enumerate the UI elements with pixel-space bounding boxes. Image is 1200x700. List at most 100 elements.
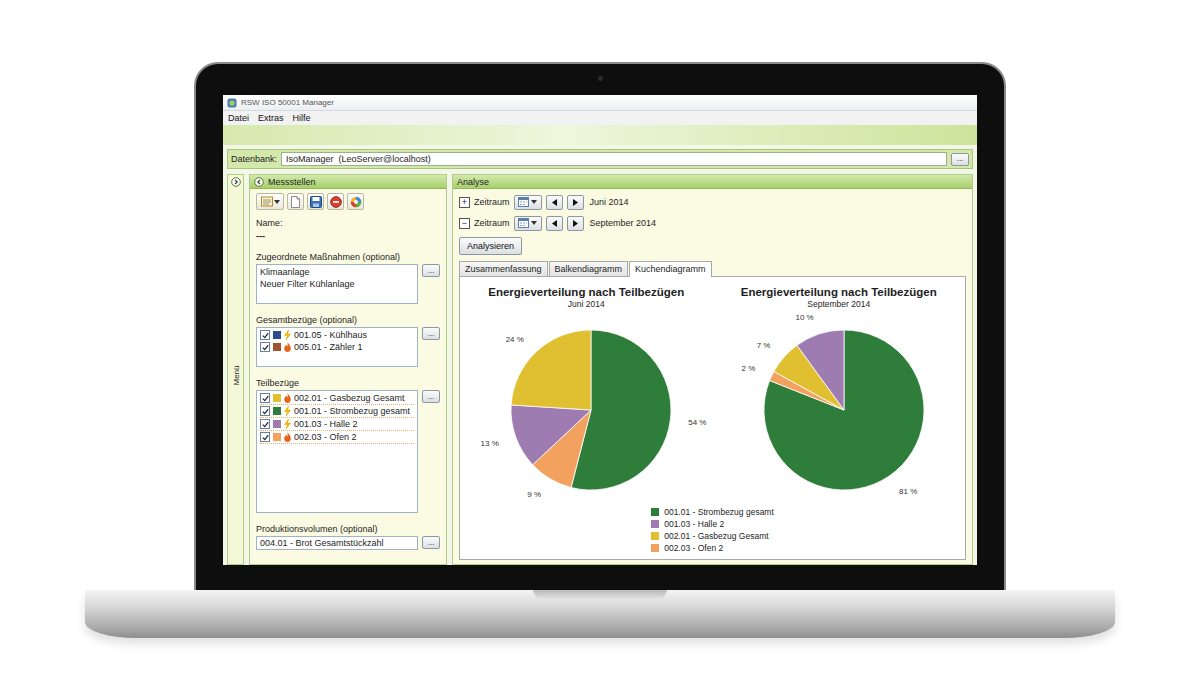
select-button[interactable] [256, 193, 284, 210]
color-button[interactable] [347, 193, 364, 210]
check-icon [262, 408, 269, 415]
checkbox[interactable] [260, 342, 270, 352]
lid-notch [533, 590, 667, 599]
checkbox[interactable] [260, 330, 270, 340]
production-field[interactable]: 004.01 - Brot Gesamtstückzahl [256, 536, 418, 550]
checkbox[interactable] [260, 419, 270, 429]
color-wheel-icon [350, 196, 362, 208]
checkbox[interactable] [260, 406, 270, 416]
color-swatch [273, 343, 281, 351]
legend-label: 001.01 - Strombezug gesamt [664, 507, 774, 517]
period-value: September 2014 [590, 218, 657, 228]
period-row: −ZeitraumSeptember 2014 [459, 214, 966, 232]
chart-period: Juni 2014 [568, 299, 605, 310]
period-toggle[interactable]: − [459, 218, 470, 229]
measure-item[interactable]: Neuer Filter Kühlanlage [260, 278, 414, 290]
caret-icon [531, 200, 537, 204]
database-row: Datenbank: IsoManager (LeoServer@localhos… [227, 149, 973, 169]
meter-item[interactable]: 002.03 - Ofen 2 [260, 431, 414, 444]
name-label: Name: [256, 217, 440, 229]
meter-name: 001.01 - Strombezug gesamt [294, 406, 410, 416]
flame-icon [284, 342, 291, 352]
tab[interactable]: Balkendiagramm [549, 261, 629, 276]
chart-period: September 2014 [807, 299, 870, 310]
slice-label: 9 % [528, 490, 542, 499]
period-label: Zeitraum [474, 197, 510, 207]
database-label: Datenbank: [231, 154, 277, 164]
tab[interactable]: Kuchendiagramm [629, 261, 712, 277]
messstellen-panel: MessstellenName:---Zugeordnete Maßnahmen… [249, 174, 447, 565]
camera-icon [598, 76, 603, 81]
name-value: --- [256, 230, 440, 242]
new-button[interactable] [287, 193, 304, 210]
list-icon [261, 196, 273, 207]
previous-button[interactable] [546, 195, 563, 210]
next-button[interactable] [567, 216, 584, 231]
color-swatch [273, 331, 281, 339]
slice-label: 13 % [481, 439, 499, 448]
app-window: RSW ISO 50001 ManagerDateiExtrasHilfeDat… [223, 95, 977, 565]
meter-item[interactable]: 002.01 - Gasbezug Gesamt [260, 392, 414, 405]
period-value: Juni 2014 [590, 197, 629, 207]
checkbox[interactable] [260, 432, 270, 442]
pie-slice[interactable] [797, 330, 844, 410]
pie-slice[interactable] [511, 405, 591, 465]
right-arrow-icon [573, 199, 578, 206]
previous-button[interactable] [546, 216, 563, 231]
menu-item[interactable]: Hilfe [293, 113, 311, 123]
legend: 001.01 - Strombezug gesamt001.03 - Halle… [651, 506, 774, 554]
meter-item[interactable]: 001.05 - Kühlhaus [260, 329, 414, 341]
meter-item[interactable]: 005.01 - Zähler 1 [260, 341, 414, 353]
next-button[interactable] [567, 195, 584, 210]
lightning-icon [284, 419, 291, 429]
measure-item[interactable]: Klimaanlage [260, 266, 414, 278]
pie: 81 %2 %7 %10 % [714, 310, 964, 506]
check-icon [262, 434, 269, 441]
legend-swatch [651, 508, 659, 516]
slice-label: 2 % [741, 364, 755, 373]
color-swatch [273, 420, 281, 428]
save-button[interactable] [307, 193, 324, 210]
database-field[interactable]: IsoManager (LeoServer@localhost) [281, 152, 947, 166]
main-area: MenüMessstellenName:---Zugeordnete Maßna… [223, 172, 977, 565]
panel-header: Messstellen [250, 175, 446, 189]
menu-item[interactable]: Datei [228, 113, 249, 123]
legend-swatch [651, 520, 659, 528]
flame-icon [284, 393, 291, 403]
measures-edit-button[interactable]: ... [422, 264, 440, 277]
pie: 54 %9 %13 %24 % [461, 310, 711, 506]
calendar-button[interactable] [514, 216, 542, 231]
production-label: Produktionsvolumen (optional) [256, 523, 440, 535]
meter-list[interactable]: 002.01 - Gasbezug Gesamt 001.01 - Strombe… [256, 390, 418, 513]
side-menu[interactable]: Menü [227, 174, 244, 565]
group-edit-button[interactable]: ... [422, 390, 440, 403]
delete-button[interactable] [327, 193, 344, 210]
database-browse-button[interactable]: ... [951, 153, 969, 166]
legend-item: 002.01 - Gasbezug Gesamt [651, 530, 774, 542]
expand-icon[interactable] [231, 177, 241, 187]
meter-list[interactable]: 001.05 - Kühlhaus005.01 - Zähler 1 [256, 327, 418, 367]
measures-list[interactable]: KlimaanlageNeuer Filter Kühlanlage [256, 264, 418, 304]
chart-title: Energieverteilung nach Teilbezügen [741, 285, 937, 299]
meter-name: 002.01 - Gasbezug Gesamt [294, 393, 405, 403]
meter-item[interactable]: 001.01 - Strombezug gesamt [260, 405, 414, 418]
slice-label: 81 % [899, 487, 917, 496]
pie-slice[interactable] [764, 330, 924, 490]
left-arrow-icon [552, 199, 557, 206]
group-edit-button[interactable]: ... [422, 327, 440, 340]
period-toggle[interactable]: + [459, 197, 470, 208]
tab[interactable]: Zusammenfassung [459, 261, 548, 276]
new-document-icon [290, 196, 301, 208]
collapse-icon[interactable] [254, 177, 264, 187]
ribbon-band [223, 125, 977, 145]
meter-item[interactable]: 001.03 - Halle 2 [260, 418, 414, 431]
production-edit-button[interactable]: ... [422, 536, 440, 549]
panel-title: Analyse [457, 177, 489, 187]
analyse-button[interactable]: Analysieren [459, 237, 522, 255]
color-swatch [273, 407, 281, 415]
calendar-button[interactable] [514, 195, 542, 210]
menu-item[interactable]: Extras [258, 113, 284, 123]
chart-area: Energieverteilung nach Teilbezügen Juni 2… [459, 276, 966, 560]
checkbox[interactable] [260, 393, 270, 403]
meter-name: 001.05 - Kühlhaus [294, 330, 367, 340]
